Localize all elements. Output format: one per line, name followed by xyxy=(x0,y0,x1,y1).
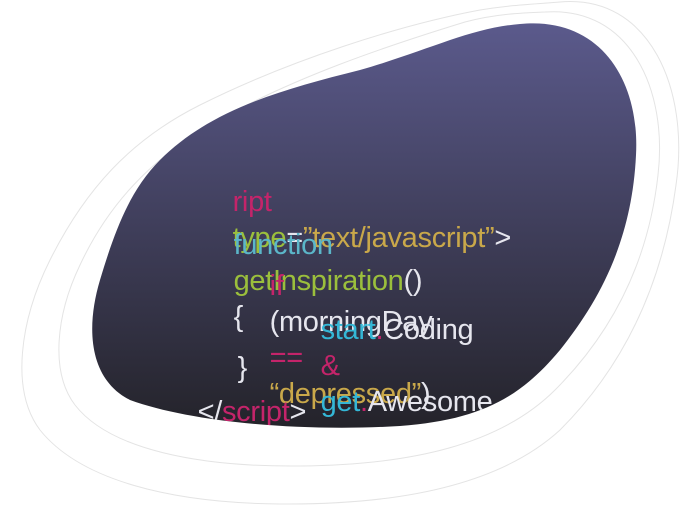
illustration: ript type=”text/javascript”> function ge… xyxy=(0,0,681,512)
closing-tag-close: > xyxy=(289,396,307,428)
method-awesome: Awesome xyxy=(367,386,493,418)
closing-tag-name: script xyxy=(221,396,290,428)
method-coding: Coding xyxy=(383,314,474,346)
object-start: start xyxy=(320,314,376,346)
object-get: get xyxy=(320,386,361,418)
code-blob-graphic: ript type=”text/javascript”> function ge… xyxy=(21,1,680,505)
code-line-6: </script> xyxy=(120,358,307,428)
ampersand: & xyxy=(320,350,340,382)
tag-close: > xyxy=(494,222,511,254)
dot-2: . xyxy=(360,386,368,418)
closing-tag-open: </ xyxy=(197,396,223,428)
